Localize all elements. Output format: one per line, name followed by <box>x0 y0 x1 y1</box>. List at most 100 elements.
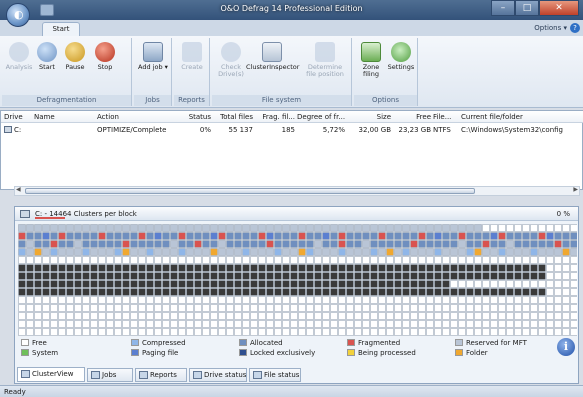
cluster-block <box>170 240 178 248</box>
cluster-block <box>530 288 538 296</box>
cluster-block <box>442 232 450 240</box>
cluster-block <box>170 312 178 320</box>
determine-file-position-button[interactable]: Determine file position <box>302 42 348 78</box>
cluster-block <box>538 304 546 312</box>
cluster-block <box>570 320 577 328</box>
legend-swatch-processing <box>347 349 355 356</box>
cluster-block <box>506 328 514 336</box>
cluster-block <box>290 320 298 328</box>
cluster-block <box>314 232 322 240</box>
app-menu-orb[interactable]: ◐ <box>6 3 30 27</box>
cluster-block <box>58 328 66 336</box>
cluster-block <box>338 232 346 240</box>
cluster-block <box>90 280 98 288</box>
cluster-map[interactable] <box>18 224 577 336</box>
legend-swatch-folder <box>455 349 463 356</box>
cluster-block <box>58 320 66 328</box>
tab-reports[interactable]: Reports <box>135 368 187 382</box>
cluster-block <box>290 280 298 288</box>
cluster-block <box>98 304 106 312</box>
cluster-block <box>570 296 577 304</box>
cluster-block <box>18 264 26 272</box>
col-status[interactable]: Status <box>181 111 211 123</box>
col-name[interactable]: Name <box>34 111 74 123</box>
cluster-block <box>242 240 250 248</box>
col-free[interactable]: Free <box>393 111 431 123</box>
cluster-block <box>554 304 562 312</box>
cluster-block <box>34 240 42 248</box>
zone-filing-button[interactable]: Zone filing <box>356 42 386 78</box>
cluster-inspector-button[interactable]: ClusterInspector <box>246 42 299 71</box>
cluster-block <box>146 328 154 336</box>
cluster-block <box>250 256 258 264</box>
cluster-block <box>330 304 338 312</box>
cluster-block <box>50 232 58 240</box>
start-button[interactable]: Start <box>32 42 62 71</box>
tab-file-status[interactable]: File status <box>249 368 301 382</box>
tab-jobs[interactable]: Jobs <box>87 368 133 382</box>
col-degree-frag[interactable]: Degree of fr... <box>297 111 345 123</box>
cluster-block <box>218 224 226 232</box>
cluster-block <box>26 240 34 248</box>
minimize-button[interactable]: – <box>491 0 515 16</box>
col-action[interactable]: Action <box>97 111 167 123</box>
col-file-system[interactable]: File... <box>433 111 459 123</box>
cluster-block <box>514 288 522 296</box>
col-total-files[interactable]: Total files <box>213 111 253 123</box>
cluster-block <box>314 312 322 320</box>
maximize-button[interactable]: □ <box>515 0 539 16</box>
tab-drive-status[interactable]: Drive status <box>189 368 247 382</box>
cluster-block <box>538 240 546 248</box>
cluster-block <box>162 224 170 232</box>
table-row[interactable]: C: OPTIMIZE/Complete 0% 55 137 185 5,72%… <box>1 124 583 136</box>
cluster-block <box>442 224 450 232</box>
cluster-block <box>322 240 330 248</box>
cluster-block <box>202 240 210 248</box>
tab-clusterview[interactable]: ClusterView <box>17 367 85 382</box>
cluster-block <box>42 272 50 280</box>
cluster-block <box>298 240 306 248</box>
cluster-block <box>538 224 546 232</box>
cluster-block <box>138 224 146 232</box>
cluster-block <box>538 232 546 240</box>
cluster-block <box>154 256 162 264</box>
cluster-block <box>258 272 266 280</box>
col-drive[interactable]: Drive <box>4 111 32 123</box>
cluster-block <box>74 248 82 256</box>
create-report-button[interactable]: Create <box>177 42 207 71</box>
cluster-block <box>306 328 314 336</box>
tab-start[interactable]: Start <box>42 22 80 37</box>
col-current-file[interactable]: Current file/folder <box>461 111 583 123</box>
settings-button[interactable]: Settings <box>386 42 416 71</box>
cluster-block <box>98 232 106 240</box>
add-job-button[interactable]: Add job ▾ <box>138 42 168 71</box>
legend-swatch-allocated <box>239 339 247 346</box>
col-frag-files[interactable]: Frag. fil... <box>255 111 295 123</box>
close-button[interactable]: ✕ <box>539 0 579 16</box>
options-menu[interactable]: Options ▾ <box>534 24 567 32</box>
cluster-block <box>306 264 314 272</box>
col-size[interactable]: Size <box>349 111 391 123</box>
cluster-block <box>90 304 98 312</box>
cluster-block <box>42 288 50 296</box>
cluster-block <box>474 224 482 232</box>
pause-button[interactable]: Pause <box>60 42 90 71</box>
scroll-right-icon[interactable]: ▶ <box>573 186 578 193</box>
cluster-block <box>58 272 66 280</box>
cluster-block <box>58 312 66 320</box>
cluster-block <box>546 240 554 248</box>
cluster-block <box>146 240 154 248</box>
scroll-thumb[interactable] <box>25 188 475 194</box>
legend-label: Free <box>32 339 47 347</box>
analysis-button[interactable]: Analysis <box>4 42 34 71</box>
cluster-block <box>314 224 322 232</box>
info-icon[interactable]: i <box>557 338 575 356</box>
cluster-block <box>130 248 138 256</box>
cluster-block <box>274 320 282 328</box>
scroll-left-icon[interactable]: ◀ <box>16 186 21 193</box>
check-drives-button[interactable]: Check Drive(s) <box>216 42 246 78</box>
horizontal-scrollbar[interactable]: ◀ ▶ <box>14 186 580 196</box>
help-icon[interactable]: ? <box>570 23 580 33</box>
cluster-block <box>210 320 218 328</box>
stop-button[interactable]: Stop <box>90 42 120 71</box>
